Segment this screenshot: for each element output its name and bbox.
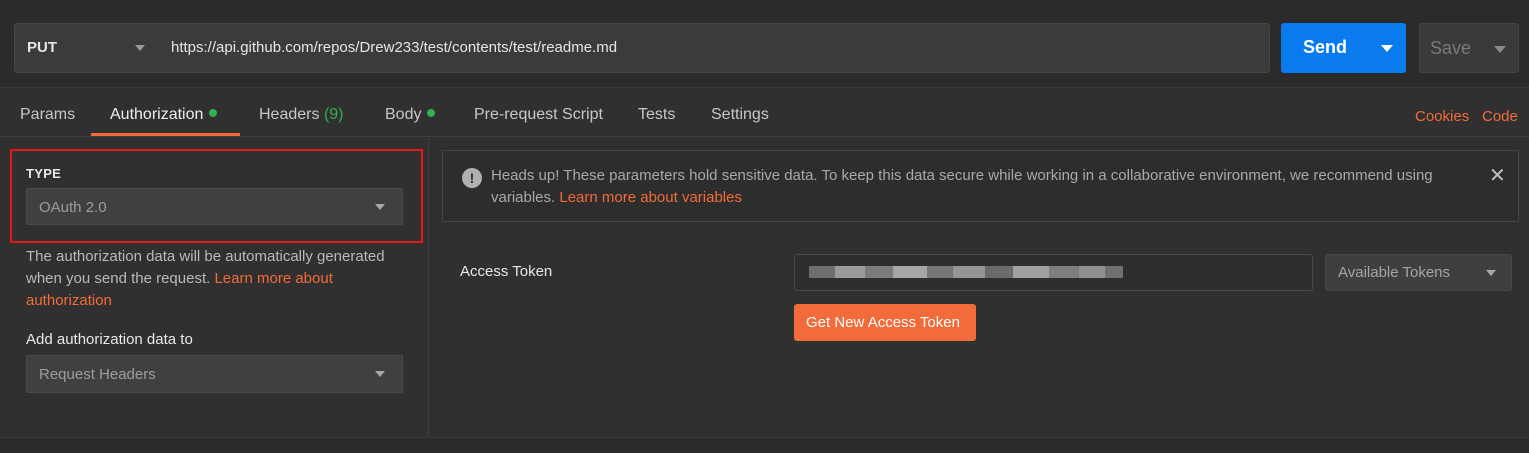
send-button[interactable]: Send	[1281, 23, 1406, 73]
redacted-token-block	[835, 266, 865, 278]
cookies-link[interactable]: Cookies	[1415, 108, 1469, 125]
auth-description: The authorization data will be automatic…	[26, 246, 406, 312]
method-selector[interactable]: PUT	[27, 39, 57, 56]
url-input[interactable]: https://api.github.com/repos/Drew233/tes…	[171, 39, 617, 56]
info-icon: !	[462, 168, 482, 188]
auth-type-value: OAuth 2.0	[39, 199, 107, 216]
status-dot	[427, 109, 436, 117]
redacted-token-block	[865, 266, 893, 278]
chevron-down-icon[interactable]	[135, 45, 145, 51]
add-auth-data-value: Request Headers	[39, 366, 156, 383]
redacted-token-block	[1079, 266, 1105, 278]
tab-params[interactable]: Params	[20, 106, 75, 124]
tab-authorization[interactable]: Authorization	[110, 106, 218, 124]
save-button[interactable]: Save	[1419, 23, 1519, 73]
chevron-down-icon	[375, 371, 385, 377]
type-label: TYPE	[26, 166, 62, 181]
auth-settings-panel: TYPE OAuth 2.0 The authorization data wi…	[0, 138, 429, 438]
tab-label: Settings	[711, 106, 769, 123]
active-tab-indicator	[91, 133, 240, 136]
redacted-token-block	[1105, 266, 1123, 278]
tab-label: Headers	[259, 106, 320, 123]
auth-type-select[interactable]: OAuth 2.0	[26, 188, 403, 225]
add-auth-data-select[interactable]: Request Headers	[26, 355, 403, 393]
redacted-token-block	[893, 266, 927, 278]
tab-label: Params	[20, 106, 76, 123]
add-auth-data-label: Add authorization data to	[26, 331, 193, 348]
tab-settings[interactable]: Settings	[711, 106, 769, 124]
tab-label: Body	[385, 106, 422, 123]
redacted-token-block	[809, 266, 835, 278]
access-token-label: Access Token	[460, 263, 553, 280]
url-box: PUT https://api.github.com/repos/Drew233…	[14, 23, 1270, 73]
redacted-token-block	[1013, 266, 1049, 278]
redacted-token-block	[1049, 266, 1079, 278]
bottom-divider	[0, 437, 1529, 453]
send-options-chevron-icon[interactable]	[1381, 45, 1393, 52]
tab-pre-request-script[interactable]: Pre-request Script	[474, 106, 603, 124]
available-tokens-label: Available Tokens	[1338, 264, 1451, 281]
request-tabs: Params Authorization Headers (9) Body Pr…	[0, 89, 1529, 137]
notice-text: Heads up! These parameters hold sensitiv…	[491, 165, 1471, 209]
redacted-token-block	[985, 266, 1013, 278]
redacted-token-block	[953, 266, 985, 278]
learn-more-variables-link[interactable]: Learn more about variables	[559, 189, 742, 206]
status-dot	[209, 109, 218, 117]
tab-label: Authorization	[110, 106, 204, 123]
access-token-input[interactable]	[794, 254, 1313, 291]
redacted-token-block	[927, 266, 953, 278]
get-new-access-token-label: Get New Access Token	[806, 314, 960, 331]
code-link[interactable]: Code	[1482, 108, 1518, 125]
save-button-label: Save	[1430, 38, 1472, 58]
chevron-down-icon	[1486, 270, 1496, 276]
close-icon[interactable]: ✕	[1489, 165, 1506, 187]
tab-body[interactable]: Body	[385, 106, 436, 124]
tab-headers[interactable]: Headers (9)	[259, 106, 344, 124]
save-options-chevron-icon[interactable]	[1494, 46, 1506, 53]
available-tokens-select[interactable]: Available Tokens	[1325, 254, 1512, 291]
tab-label: Tests	[638, 106, 676, 123]
tab-tests[interactable]: Tests	[638, 106, 675, 124]
send-button-label: Send	[1303, 37, 1348, 57]
chevron-down-icon	[375, 204, 385, 210]
sensitive-data-notice: ! Heads up! These parameters hold sensit…	[442, 150, 1519, 222]
get-new-access-token-button[interactable]: Get New Access Token	[794, 304, 976, 341]
request-bar: PUT https://api.github.com/repos/Drew233…	[0, 0, 1529, 88]
tab-label: Pre-request Script	[474, 106, 603, 123]
tab-count-badge: (9)	[323, 106, 344, 123]
